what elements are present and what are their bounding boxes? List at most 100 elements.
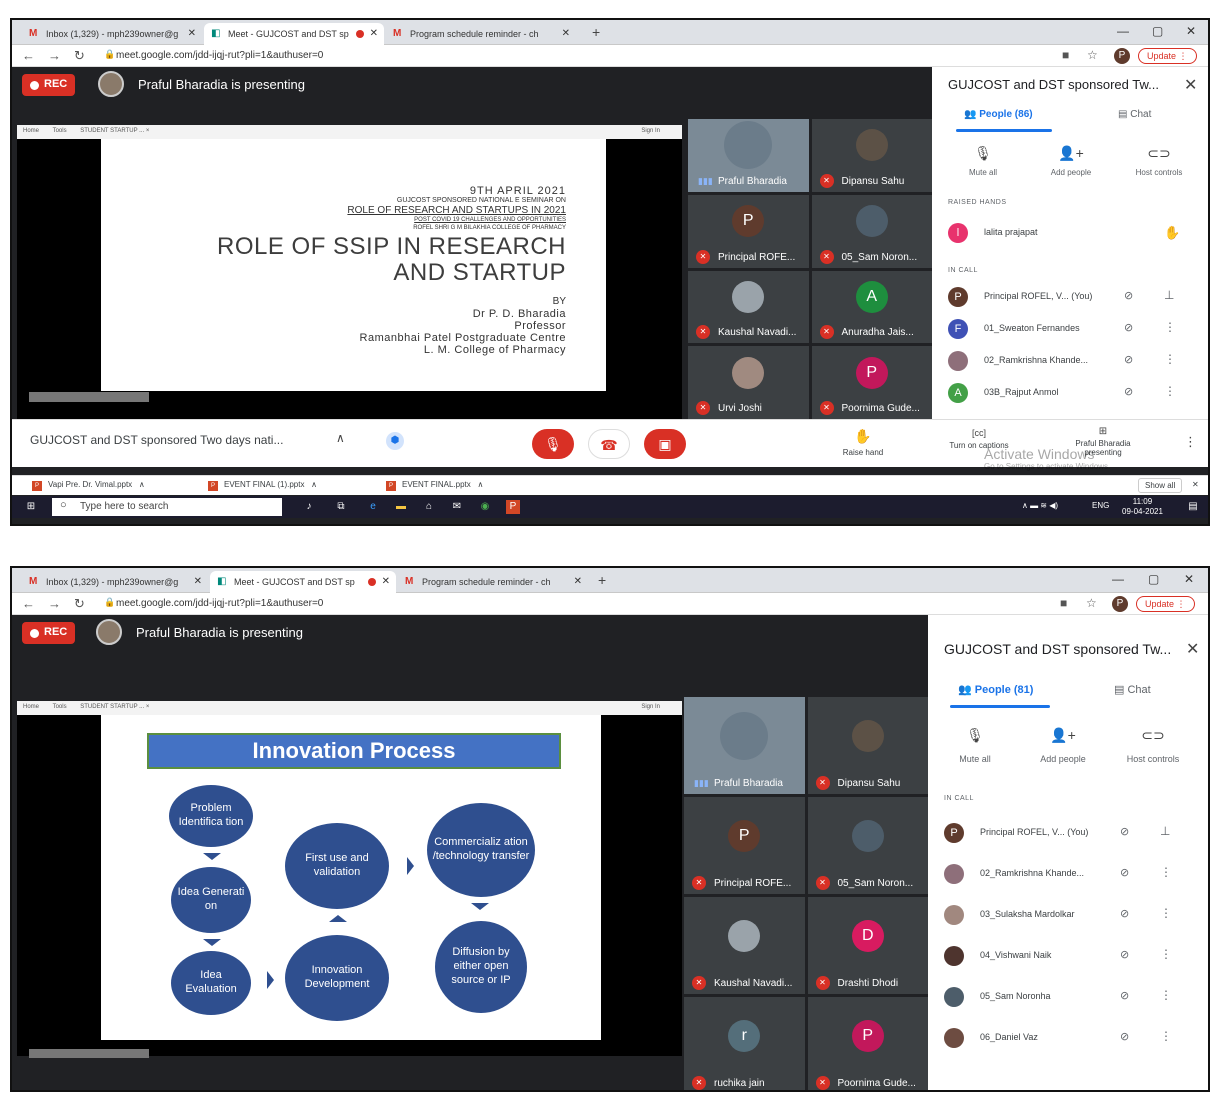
ppt-doc-tab[interactable]: STUDENT STARTUP ... × (80, 704, 149, 710)
minimize-icon[interactable]: — (1117, 24, 1129, 38)
close-panel-icon[interactable]: ✕ (1186, 639, 1199, 659)
more-options-icon[interactable]: ⋮ (1184, 434, 1197, 450)
participant-row[interactable]: 04_Vishwani Naik ⊘ ⋮ (944, 944, 1184, 968)
more-options-icon[interactable]: ⋮ (1160, 988, 1172, 1002)
ppt-signin[interactable]: Sign In (641, 704, 660, 710)
participant-tile[interactable]: P ✕ Principal ROFE... (688, 194, 809, 268)
download-item[interactable]: P EVENT FINAL.pptx ∧ (386, 480, 483, 491)
more-options-icon[interactable]: ⋮ (1164, 352, 1176, 366)
tab-program-reminder[interactable]: M Program schedule reminder - ch ✕ (386, 23, 576, 45)
tab-people[interactable]: 👥 People (81) (958, 683, 1033, 696)
participant-row[interactable]: A 03B_Rajput Anmol ⊘ ⋮ (948, 381, 1188, 405)
edge-icon[interactable]: e (366, 500, 380, 514)
mic-off-icon[interactable]: ⊘ (1124, 385, 1133, 398)
pin-icon[interactable]: ⊥ (1160, 824, 1170, 838)
tab-chat[interactable]: ▤ Chat (1118, 109, 1151, 120)
tab-people[interactable]: 👥 People (86) (964, 109, 1033, 120)
raise-hand-button[interactable]: ✋ Raise hand (828, 428, 898, 457)
profile-avatar[interactable]: P (1112, 596, 1128, 612)
tab-meet[interactable]: ◧ Meet - GUJCOST and DST sp ✕ (204, 23, 384, 45)
close-tab-icon[interactable]: ✕ (574, 576, 582, 587)
notifications-icon[interactable]: ▤ (1186, 500, 1200, 514)
system-tray-icons[interactable]: ∧ ▬ ≋ ◀) (1022, 501, 1058, 510)
close-tab-icon[interactable]: ✕ (382, 576, 390, 587)
maximize-icon[interactable]: ▢ (1148, 572, 1159, 586)
participant-row[interactable]: 05_Sam Noronha ⊘ ⋮ (944, 985, 1184, 1009)
more-options-icon[interactable]: ⋮ (1164, 320, 1176, 334)
forward-icon[interactable]: → (48, 596, 61, 611)
reload-icon[interactable]: ↻ (74, 48, 85, 64)
minimize-icon[interactable]: — (1112, 572, 1124, 586)
mic-off-icon[interactable]: ⊘ (1124, 289, 1133, 302)
clock[interactable]: 11:09 09-04-2021 (1122, 497, 1163, 517)
participant-row[interactable]: 02_Ramkrishna Khande... ⊘ ⋮ (944, 862, 1184, 886)
back-icon[interactable]: ← (22, 48, 35, 63)
more-options-icon[interactable]: ⋮ (1160, 906, 1172, 920)
participant-tile[interactable]: ✕ 05_Sam Noron... (811, 194, 932, 268)
update-button[interactable]: Update ⋮ (1136, 596, 1195, 612)
close-tab-icon[interactable]: ✕ (188, 28, 196, 39)
participant-tile[interactable]: ▮▮▮ Praful Bharadia (684, 697, 805, 794)
language-indicator[interactable]: ENG (1092, 501, 1109, 510)
tab-meet[interactable]: ◧ Meet - GUJCOST and DST sp ✕ (210, 571, 396, 593)
file-explorer-icon[interactable]: ▬ (394, 500, 408, 514)
close-tab-icon[interactable]: ✕ (370, 28, 378, 39)
windows-start-icon[interactable]: ⊞ (24, 500, 38, 514)
participant-row[interactable]: P Principal ROFEL, V... (You) ⊘ ⊥ (948, 285, 1188, 309)
tab-gmail-inbox[interactable]: M Inbox (1,329) - mph239owner@g ✕ (22, 571, 208, 593)
new-tab-icon[interactable]: + (598, 572, 606, 588)
mic-off-icon[interactable]: ⊘ (1120, 866, 1129, 879)
chevron-up-icon[interactable]: ∧ (307, 480, 317, 489)
participant-row[interactable]: F 01_Sweaton Fernandes ⊘ ⋮ (948, 317, 1188, 341)
close-downloads-icon[interactable]: ✕ (1192, 480, 1199, 489)
add-people-button[interactable]: 👤+ Add people (1036, 145, 1106, 177)
tab-program-reminder[interactable]: M Program schedule reminder - ch ✕ (398, 571, 588, 593)
participant-tile[interactable]: ✕ Dipansu Sahu (811, 119, 932, 192)
mic-icon[interactable]: ♪ (302, 500, 316, 514)
close-window-icon[interactable]: ✕ (1186, 24, 1196, 38)
participant-row[interactable]: 02_Ramkrishna Khande... ⊘ ⋮ (948, 349, 1188, 373)
ppt-doc-tab[interactable]: STUDENT STARTUP ... × (80, 128, 149, 134)
tab-chat[interactable]: ▤ Chat (1114, 683, 1151, 696)
mute-all-button[interactable]: 🎙 Mute all (948, 145, 1018, 177)
chrome-icon[interactable]: ◉ (478, 500, 492, 514)
mic-off-icon[interactable]: ⊘ (1120, 989, 1129, 1002)
store-icon[interactable]: ⌂ (422, 500, 436, 514)
participant-row[interactable]: P Principal ROFEL, V... (You) ⊘ ⊥ (944, 821, 1184, 845)
participant-row[interactable]: 06_Daniel Vaz ⊘ ⋮ (944, 1026, 1184, 1050)
chevron-up-icon[interactable]: ∧ (473, 480, 483, 489)
update-button[interactable]: Update ⋮ (1138, 48, 1197, 64)
add-people-button[interactable]: 👤+ Add people (1028, 727, 1098, 764)
more-options-icon[interactable]: ⋮ (1160, 865, 1172, 879)
mute-all-button[interactable]: 🎙 Mute all (940, 727, 1010, 764)
close-window-icon[interactable]: ✕ (1184, 572, 1194, 586)
ppt-menu-tools[interactable]: Tools (53, 704, 67, 710)
mic-toggle-button[interactable]: 🎙 (532, 429, 574, 459)
mail-icon[interactable]: ✉ (450, 500, 464, 514)
profile-avatar[interactable]: P (1114, 48, 1130, 64)
show-all-button[interactable]: Show all (1138, 478, 1183, 493)
more-options-icon[interactable]: ⋮ (1164, 384, 1176, 398)
ppt-menu-home[interactable]: Home (23, 704, 39, 710)
participant-tile[interactable]: ✕ Kaushal Navadi... (684, 897, 805, 994)
ppt-menu-tools[interactable]: Tools (53, 128, 67, 134)
participant-row[interactable]: 03_Sulaksha Mardolkar ⊘ ⋮ (944, 903, 1184, 927)
host-controls-button[interactable]: ⊂⊃ Host controls (1118, 727, 1188, 764)
mic-off-icon[interactable]: ⊘ (1124, 353, 1133, 366)
participant-tile[interactable]: ✕ Urvi Joshi (688, 346, 809, 419)
camera-toggle-button[interactable]: ▣ (644, 429, 686, 459)
download-item[interactable]: P EVENT FINAL (1).pptx ∧ (208, 480, 317, 491)
participant-tile[interactable]: P ✕ Principal ROFE... (684, 797, 805, 894)
pin-icon[interactable]: ⊥ (1164, 288, 1174, 302)
ppt-menu-home[interactable]: Home (23, 128, 39, 134)
task-view-icon[interactable]: ⧉ (334, 500, 348, 514)
powerpoint-taskbar-icon[interactable]: P (506, 500, 520, 514)
camera-icon[interactable]: ■ (1060, 596, 1067, 610)
url-field[interactable]: meet.google.com/jdd-ijqj-rut?pli=1&authu… (116, 598, 323, 609)
mic-off-icon[interactable]: ⊘ (1124, 321, 1133, 334)
tab-gmail-inbox[interactable]: M Inbox (1,329) - mph239owner@g ✕ (22, 23, 202, 45)
chevron-up-icon[interactable]: ∧ (134, 480, 145, 489)
participant-tile[interactable]: ✕ Kaushal Navadi... (688, 270, 809, 344)
reload-icon[interactable]: ↻ (74, 596, 85, 612)
bookmark-star-icon[interactable]: ☆ (1087, 48, 1098, 62)
